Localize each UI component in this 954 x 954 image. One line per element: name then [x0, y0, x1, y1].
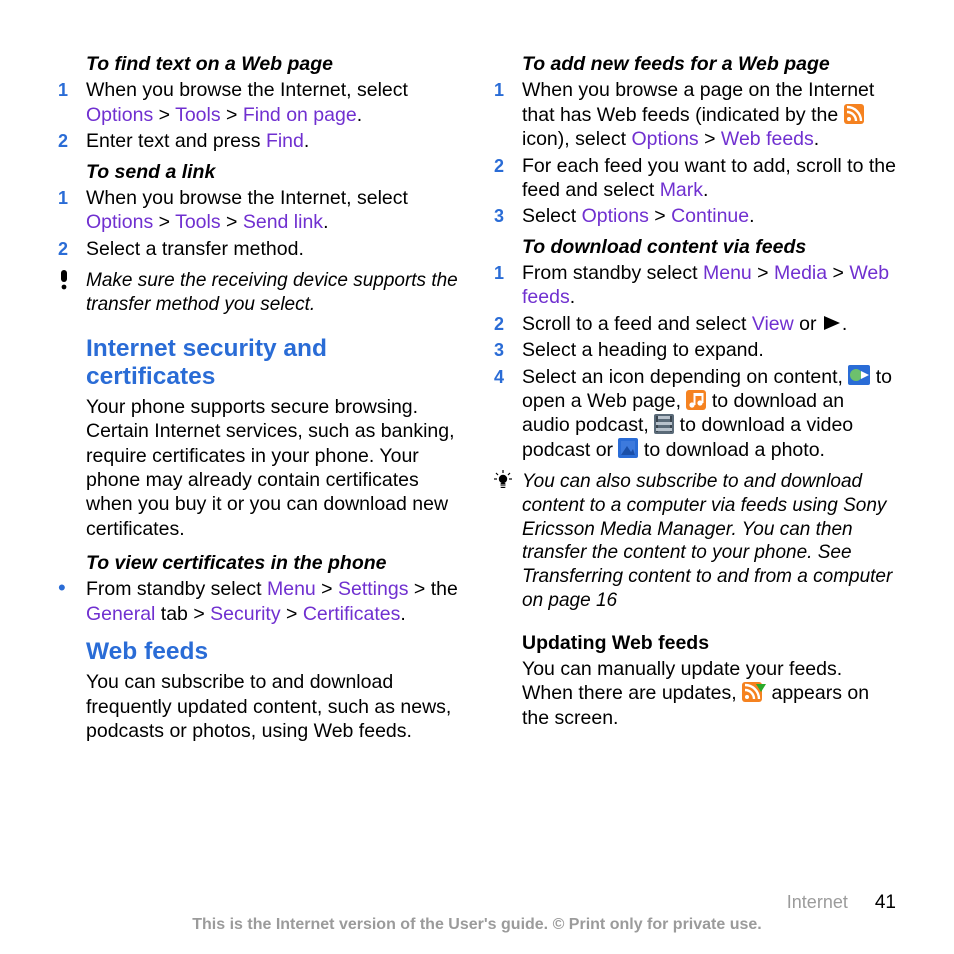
body-text: You can subscribe to and download freque… — [86, 670, 460, 743]
rss-update-icon — [742, 682, 766, 702]
step-number: 1 — [58, 186, 86, 235]
section-heading-webfeeds: Web feeds — [86, 638, 460, 666]
list-item: 1 From standby select Menu > Media > Web… — [494, 261, 896, 310]
list-item: 3 Select Options > Continue. — [494, 204, 896, 228]
step-number: 1 — [58, 78, 86, 127]
play-icon — [822, 315, 842, 331]
tip-icon — [494, 470, 522, 613]
caution-icon — [58, 269, 86, 317]
video-icon — [654, 414, 674, 434]
step-text: Select a heading to expand. — [522, 338, 896, 362]
photo-icon — [618, 438, 638, 458]
subheading-send-link: To send a link — [86, 160, 460, 184]
step-number: 4 — [494, 365, 522, 463]
subheading-download-feeds: To download content via feeds — [522, 235, 896, 259]
list-item: 1 When you browse a page on the Internet… — [494, 78, 896, 151]
step-text: For each feed you want to add, scroll to… — [522, 154, 896, 203]
steps-find-text: 1 When you browse the Internet, select O… — [58, 78, 460, 153]
list-item: • From standby select Menu > Settings > … — [58, 577, 460, 626]
list-item: 2 Scroll to a feed and select View or . — [494, 312, 896, 336]
step-text: From standby select Menu > Settings > th… — [86, 577, 460, 626]
bullet-view-certs: • From standby select Menu > Settings > … — [58, 577, 460, 626]
subheading-add-feeds: To add new feeds for a Web page — [522, 52, 896, 76]
list-item: 1 When you browse the Internet, select O… — [58, 186, 460, 235]
step-number: 1 — [494, 261, 522, 310]
list-item: 2 Enter text and press Find. — [58, 129, 460, 153]
step-text: Enter text and press Find. — [86, 129, 460, 153]
step-number: 2 — [494, 154, 522, 203]
page-content: To find text on a Web page 1 When you br… — [0, 0, 954, 769]
step-number: 2 — [58, 129, 86, 153]
subheading-find-text: To find text on a Web page — [86, 52, 460, 76]
footer-section-page: Internet 41 — [58, 892, 896, 914]
left-column: To find text on a Web page 1 When you br… — [58, 48, 460, 754]
audio-icon — [686, 390, 706, 410]
right-column: To add new feeds for a Web page 1 When y… — [494, 48, 896, 754]
note-text: Make sure the receiving device supports … — [86, 269, 460, 317]
step-text: Select Options > Continue. — [522, 204, 896, 228]
globe-icon — [848, 365, 870, 385]
step-number: 2 — [58, 237, 86, 261]
step-text: When you browse the Internet, select Opt… — [86, 186, 460, 235]
step-number: 3 — [494, 204, 522, 228]
section-heading-security: Internet security and certificates — [86, 335, 460, 391]
step-number: 2 — [494, 312, 522, 336]
tip-text: You can also subscribe to and download c… — [522, 470, 896, 613]
footer-section-name: Internet — [787, 892, 848, 912]
footer-legal: This is the Internet version of the User… — [58, 916, 896, 934]
step-number: 1 — [494, 78, 522, 151]
page-number: 41 — [875, 892, 896, 913]
body-text: Your phone supports secure browsing. Cer… — [86, 395, 460, 541]
bullet-icon: • — [58, 577, 86, 626]
tip-media-manager: You can also subscribe to and download c… — [494, 470, 896, 613]
steps-add-feeds: 1 When you browse a page on the Internet… — [494, 78, 896, 228]
list-item: 3 Select a heading to expand. — [494, 338, 896, 362]
step-text: Scroll to a feed and select View or . — [522, 312, 896, 336]
list-item: 2 Select a transfer method. — [58, 237, 460, 261]
list-item: 2 For each feed you want to add, scroll … — [494, 154, 896, 203]
body-text: You can manually update your feeds. When… — [522, 657, 896, 730]
step-text: Select an icon depending on content, to … — [522, 365, 896, 463]
page-footer: Internet 41 This is the Internet version… — [0, 892, 954, 934]
step-text: From standby select Menu > Media > Web f… — [522, 261, 896, 310]
note-transfer-method: Make sure the receiving device supports … — [58, 269, 460, 317]
step-text: Select a transfer method. — [86, 237, 460, 261]
step-number: 3 — [494, 338, 522, 362]
steps-send-link: 1 When you browse the Internet, select O… — [58, 186, 460, 261]
subheading-view-certs: To view certificates in the phone — [86, 551, 460, 575]
step-text: When you browse a page on the Internet t… — [522, 78, 896, 151]
subheading-updating-feeds: Updating Web feeds — [522, 631, 896, 655]
steps-download-feeds: 1 From standby select Menu > Media > Web… — [494, 261, 896, 462]
list-item: 1 When you browse the Internet, select O… — [58, 78, 460, 127]
step-text: When you browse the Internet, select Opt… — [86, 78, 460, 127]
rss-icon — [844, 104, 864, 124]
list-item: 4 Select an icon depending on content, t… — [494, 365, 896, 463]
